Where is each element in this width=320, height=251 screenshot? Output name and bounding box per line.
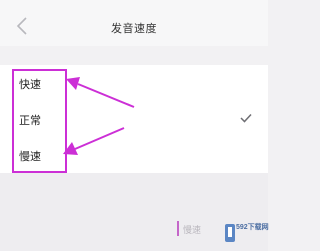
- option-normal[interactable]: 正常: [0, 101, 268, 137]
- input-cursor-bar: [177, 221, 179, 236]
- checkmark-icon: [240, 113, 252, 123]
- option-normal-label: 正常: [19, 114, 41, 127]
- option-slow[interactable]: 慢速: [0, 137, 268, 173]
- option-slow-label: 慢速: [19, 150, 41, 163]
- page-title: 发音速度: [111, 22, 157, 35]
- option-fast-label: 快速: [19, 78, 41, 91]
- watermark-text: 592下载网: [236, 224, 269, 231]
- selected-speed-text: 慢速: [183, 226, 202, 236]
- selected-speed-field[interactable]: 慢速: [177, 218, 221, 240]
- speed-option-list: 快速 正常 慢速: [0, 65, 268, 173]
- option-fast[interactable]: 快速: [0, 65, 268, 101]
- header-bar: 发音速度: [0, 0, 268, 46]
